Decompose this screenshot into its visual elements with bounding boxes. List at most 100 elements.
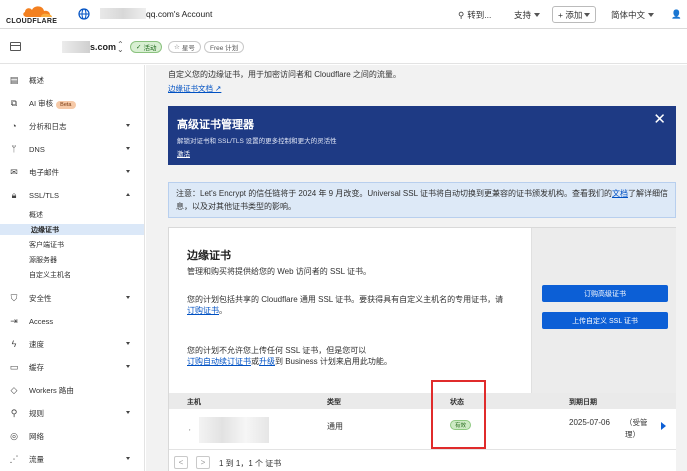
card-body: 边缘证书 管理和购买将提供给您的 Web 访问者的 SSL 证书。 您的计划包括… xyxy=(169,228,531,393)
sidebar-item-rules[interactable]: ⚲ 规则 xyxy=(0,405,145,421)
pagination-text: 1 到 1，1 个 证书 xyxy=(219,459,282,468)
edge-cert-docs-link[interactable]: 边缘证书文档 ↗ xyxy=(168,83,221,94)
user-menu[interactable]: 👤 xyxy=(671,9,682,20)
sidebar-item-dns[interactable]: ᛘ DNS xyxy=(0,141,145,157)
sidebar-item-analytics[interactable]: ◔ 分析和日志 xyxy=(0,118,145,134)
activate-link[interactable]: 激活 xyxy=(177,148,190,158)
column-header-status[interactable]: 状态 xyxy=(450,397,464,407)
upload-info-mid: 或 xyxy=(251,357,259,366)
sidebar-item-access[interactable]: ⇥ Access xyxy=(0,313,145,329)
order-certificate-link[interactable]: 订购证书 xyxy=(187,306,219,315)
status-label: 活动 xyxy=(143,45,157,52)
order-auto-renew-link[interactable]: 订购自动续订证书 xyxy=(187,357,251,366)
zone-name[interactable]: s.com xyxy=(90,42,116,52)
sidebar-item-ai-audit[interactable]: ⧉ AI 审核 Beta xyxy=(0,95,145,111)
sidebar-item-ssl-tls[interactable]: 🔒︎ SSL/TLS xyxy=(0,187,145,203)
chevron-up-icon xyxy=(126,193,130,196)
chevron-down-icon xyxy=(648,13,655,17)
chevron-down-icon xyxy=(126,457,130,460)
upload-info-body: 您的计划不允许您上传任何 SSL 证书，但是您可以 xyxy=(187,346,367,355)
network-icon: ◎ xyxy=(10,430,18,441)
sidebar-item-label: AI 审核 xyxy=(29,98,54,108)
account-name[interactable]: qq.com's Account xyxy=(146,9,212,19)
column-header-type[interactable]: 类型 xyxy=(327,397,341,407)
status-badge: 有效 xyxy=(450,420,472,430)
sidebar-subitem-custom-hostnames[interactable]: 自定义主机名 xyxy=(16,269,144,280)
sidebar-item-email[interactable]: ✉ 电子邮件 xyxy=(0,164,145,180)
sidebar-item-overview[interactable]: ▤ 概述 xyxy=(0,72,145,88)
workers-icon: ◇ xyxy=(10,384,18,395)
host-redacted xyxy=(199,417,269,443)
sidebar-item-label: Access xyxy=(29,316,54,326)
upgrade-link[interactable]: 升级 xyxy=(259,357,275,366)
sidebar-item-label: 流量 xyxy=(29,454,44,464)
sidebar-item-network[interactable]: ◎ 网络 xyxy=(0,428,145,444)
acm-banner: 高级证书管理器 解锁对证书和 SSL/TLS 设置的更多控制和更大的灵活性 激活… xyxy=(168,106,676,165)
goto-label: 转到... xyxy=(467,10,492,20)
card-title: 边缘证书 xyxy=(187,250,231,262)
column-header-expiry[interactable]: 到期日期 xyxy=(569,397,597,407)
star-label: 星号 xyxy=(181,45,195,52)
intro-text: 自定义您的边缘证书，用于加密访问者和 Cloudflare 之间的流量。 xyxy=(168,70,401,79)
edge-certificates-card: 边缘证书 管理和购买将提供给您的 Web 访问者的 SSL 证书。 您的计划包括… xyxy=(168,227,676,471)
banner-title: 高级证书管理器 xyxy=(177,119,254,131)
sidebar-subitem-origin-server[interactable]: 源服务器 xyxy=(16,254,144,265)
sidebar-item-speed[interactable]: ϟ 速度 xyxy=(0,336,145,352)
sidebar-item-label: 规则 xyxy=(29,408,44,418)
upload-custom-ssl-button[interactable]: 上传自定义 SSL 证书 xyxy=(542,312,668,329)
pagination: < > 1 到 1，1 个 证书 xyxy=(169,450,676,471)
notice-docs-link[interactable]: 文档 xyxy=(612,189,628,198)
sidebar-item-label: 缓存 xyxy=(29,362,44,372)
chevron-down-icon xyxy=(534,13,541,17)
document-icon: ▤ xyxy=(9,74,19,85)
sidebar-subitem-edge-certificates[interactable]: 边缘证书 xyxy=(0,224,144,235)
plan-info-end: 。 xyxy=(219,306,227,315)
zone-switcher-icon[interactable]: ⌃ ⌄ xyxy=(117,41,125,54)
shield-icon: ⛉ xyxy=(10,292,18,303)
cell-managed: （受管理） xyxy=(625,418,648,439)
browser-window-icon xyxy=(10,42,21,51)
sidebar-item-label: 网络 xyxy=(29,431,44,441)
language-label: 简体中文 xyxy=(611,10,646,20)
language-menu[interactable]: 简体中文 xyxy=(611,9,655,21)
add-button[interactable]: + 添加 xyxy=(552,6,597,23)
zone-name-redacted xyxy=(62,41,90,53)
goto-button[interactable]: ⚲ 转到... xyxy=(458,9,491,21)
upload-info-text: 您的计划不允许您上传任何 SSL 证书，但是您可以 订购自动续订证书或升级到 Bu… xyxy=(187,345,507,367)
search-icon: ⚲ xyxy=(458,9,465,20)
cell-type: 通用 xyxy=(327,422,343,431)
upload-info-end: 到 Business 计划来启用此功能。 xyxy=(275,357,392,366)
chevron-down-icon xyxy=(126,411,130,414)
cloudflare-logo[interactable]: CLOUDFLARE xyxy=(6,4,66,26)
ai-audit-icon: ⧉ xyxy=(10,97,18,108)
sidebar-item-traffic[interactable]: ⋰ 流量 xyxy=(0,451,145,467)
star-button[interactable]: ☆ 星号 xyxy=(168,41,201,53)
globe-icon[interactable] xyxy=(78,8,90,20)
card-actions: 订购高级证书 上传自定义 SSL 证书 xyxy=(531,228,676,393)
order-advanced-certificate-button[interactable]: 订购高级证书 xyxy=(542,285,668,302)
sidebar-subitem-client-certificates[interactable]: 客户端证书 xyxy=(16,239,144,250)
access-icon: ⇥ xyxy=(10,315,18,326)
support-menu[interactable]: 支持 xyxy=(514,9,541,21)
plan-badge[interactable]: Free 计划 xyxy=(204,41,245,53)
sidebar-item-security[interactable]: ⛉ 安全性 xyxy=(0,290,145,306)
dns-icon: ᛘ xyxy=(11,144,17,154)
table-row[interactable]: ' 通用 有效 2025-07-06 （受管理） xyxy=(169,409,676,450)
cloud-logo-icon xyxy=(23,6,52,17)
sidebar-item-label: Workers 路由 xyxy=(29,385,74,395)
user-icon: 👤 xyxy=(671,9,682,19)
plan-label: Free 计划 xyxy=(210,45,239,52)
email-icon: ✉ xyxy=(10,166,18,177)
sidebar-item-cache[interactable]: ▭ 缓存 xyxy=(0,359,145,375)
notice-text: 注意：Let's Encrypt 的信任链将于 2024 年 9 月改变。Uni… xyxy=(176,189,612,198)
sidebar-item-workers-routes[interactable]: ◇ Workers 路由 xyxy=(0,382,145,398)
close-icon[interactable]: ✕ xyxy=(653,112,666,127)
check-icon: ✓ xyxy=(136,44,142,51)
next-page-button[interactable]: > xyxy=(196,456,210,469)
logo-text: CLOUDFLARE xyxy=(6,18,58,25)
expand-arrow-icon[interactable] xyxy=(661,422,666,430)
sidebar-subitem-overview[interactable]: 概述 xyxy=(16,209,144,220)
prev-page-button[interactable]: < xyxy=(174,456,188,469)
column-header-host[interactable]: 主机 xyxy=(187,397,201,407)
card-subtitle: 管理和购买将提供给您的 Web 访问者的 SSL 证书。 xyxy=(187,267,372,276)
